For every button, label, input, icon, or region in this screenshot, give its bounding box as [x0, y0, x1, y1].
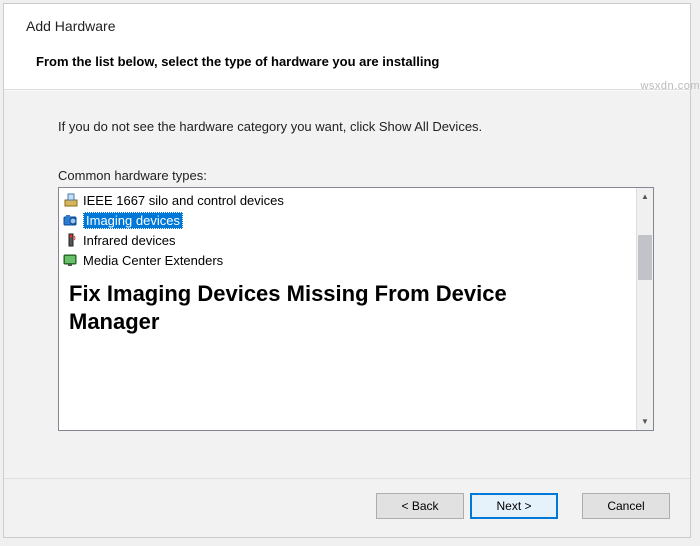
- list-item-label: Media Center Extenders: [83, 253, 223, 268]
- silo-icon: [63, 192, 79, 208]
- list-label: Common hardware types:: [58, 168, 654, 183]
- instruction-text: If you do not see the hardware category …: [58, 119, 654, 134]
- listbox-content: IEEE 1667 silo and control devices Imagi…: [59, 188, 636, 430]
- overlay-line2: Manager: [69, 308, 507, 336]
- scroll-down-button[interactable]: ▼: [637, 413, 653, 430]
- list-item-label: IEEE 1667 silo and control devices: [83, 193, 284, 208]
- add-hardware-dialog: Add Hardware From the list below, select…: [3, 3, 691, 538]
- scroll-thumb[interactable]: [638, 235, 652, 280]
- scroll-up-button[interactable]: ▲: [637, 188, 653, 205]
- dialog-subtitle: From the list below, select the type of …: [26, 54, 668, 69]
- media-center-icon: [63, 252, 79, 268]
- dialog-footer: < Back Next > Cancel: [4, 478, 690, 537]
- listbox-scrollbar[interactable]: ▲ ▼: [636, 188, 653, 430]
- infrared-icon: [63, 232, 79, 248]
- overlay-caption: Fix Imaging Devices Missing From Device …: [69, 280, 507, 335]
- cancel-button[interactable]: Cancel: [582, 493, 670, 519]
- imaging-icon: [63, 212, 79, 228]
- overlay-line1: Fix Imaging Devices Missing From Device: [69, 280, 507, 308]
- scroll-track[interactable]: [637, 205, 653, 413]
- list-item[interactable]: Infrared devices: [59, 230, 636, 250]
- hardware-types-listbox[interactable]: IEEE 1667 silo and control devices Imagi…: [58, 187, 654, 431]
- dialog-header: Add Hardware From the list below, select…: [4, 4, 690, 90]
- next-button[interactable]: Next >: [470, 493, 558, 519]
- back-button[interactable]: < Back: [376, 493, 464, 519]
- list-item[interactable]: Media Center Extenders: [59, 250, 636, 270]
- list-item[interactable]: Imaging devices: [59, 210, 636, 230]
- list-item-label: Infrared devices: [83, 233, 176, 248]
- list-item-label: Imaging devices: [83, 212, 183, 229]
- dialog-title: Add Hardware: [26, 18, 668, 34]
- list-item[interactable]: IEEE 1667 silo and control devices: [59, 190, 636, 210]
- watermark-text: wsxdn.com: [640, 80, 700, 92]
- dialog-body: If you do not see the hardware category …: [4, 90, 690, 478]
